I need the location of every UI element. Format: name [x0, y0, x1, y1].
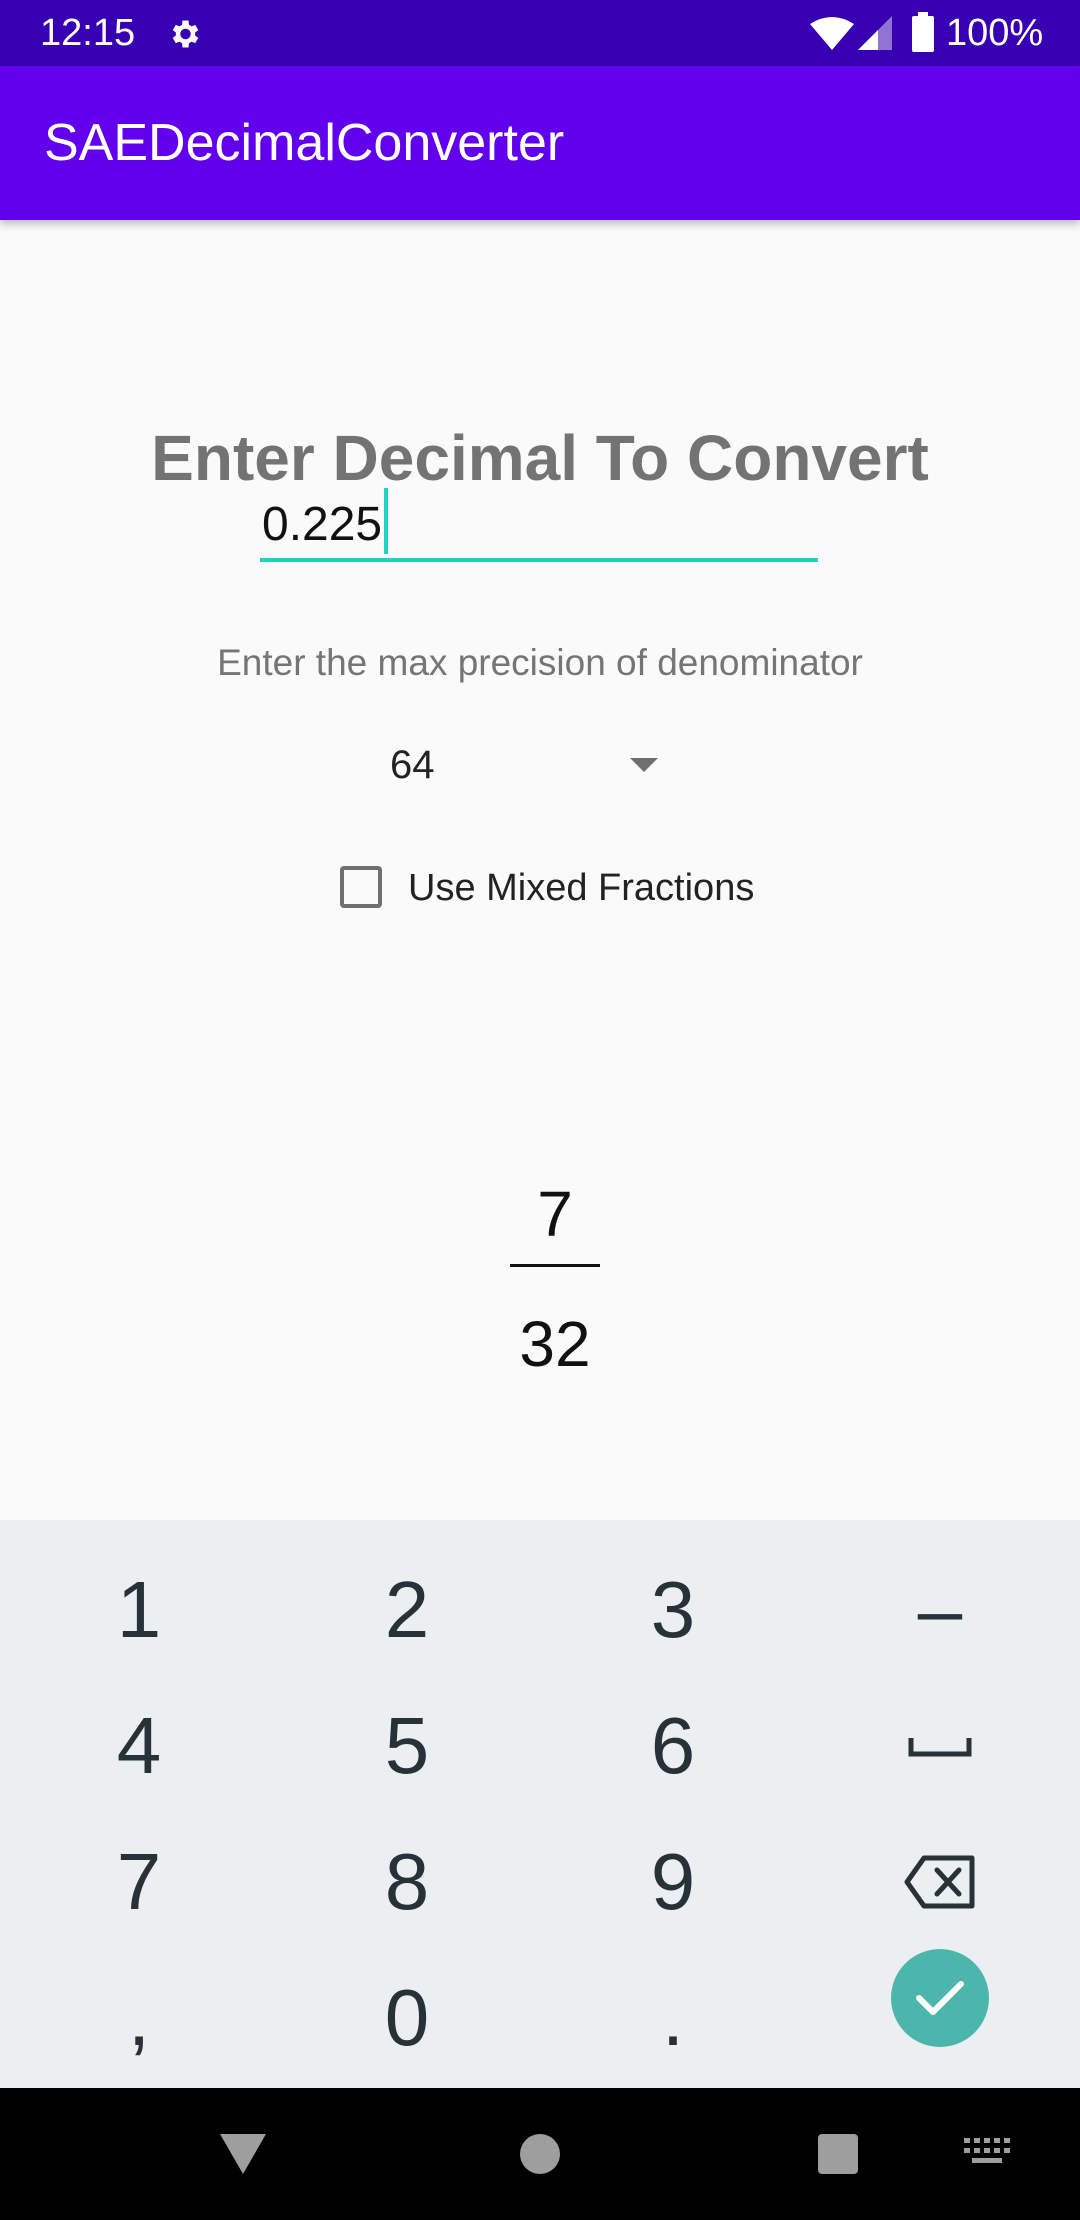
status-time: 12:15: [40, 12, 136, 54]
result-numerator: 7: [537, 1178, 573, 1250]
back-icon[interactable]: [218, 2132, 268, 2176]
keyboard-switch-icon[interactable]: [964, 2138, 1010, 2170]
dropdown-arrow-icon: [630, 758, 658, 772]
enter-check-icon: [916, 1981, 964, 2015]
key-9[interactable]: 9: [538, 1814, 808, 1950]
recents-icon[interactable]: [818, 2134, 858, 2174]
numeric-keyboard: 1 2 3 – 4 5 6 7 8 9 , 0 .: [0, 1520, 1080, 2088]
precision-dropdown[interactable]: 64: [360, 730, 680, 800]
battery-icon: [912, 12, 934, 52]
key-7[interactable]: 7: [4, 1814, 274, 1950]
key-8[interactable]: 8: [272, 1814, 542, 1950]
home-icon[interactable]: [520, 2134, 560, 2174]
mixed-fractions-checkbox[interactable]: [340, 866, 382, 908]
key-space[interactable]: [805, 1678, 1075, 1814]
gear-icon: [172, 20, 199, 48]
key-enter[interactable]: [805, 1930, 1075, 2066]
mixed-fractions-label[interactable]: Use Mixed Fractions: [408, 864, 754, 912]
enter-button[interactable]: [891, 1949, 989, 2047]
key-minus[interactable]: –: [805, 1542, 1075, 1678]
precision-label: Enter the max precision of denominator: [217, 642, 863, 683]
key-5[interactable]: 5: [272, 1678, 542, 1814]
signal-icon: [858, 16, 892, 50]
app-bar: SAEDecimalConverter: [0, 66, 1080, 220]
fraction-bar: [510, 1264, 600, 1267]
key-period[interactable]: .: [538, 1950, 808, 2086]
result-denominator: 32: [519, 1308, 591, 1380]
key-4[interactable]: 4: [4, 1678, 274, 1814]
backspace-icon: [904, 1855, 975, 1909]
app-title: SAEDecimalConverter: [44, 114, 565, 172]
status-bar: 12:15 100%: [0, 0, 1080, 66]
key-2[interactable]: 2: [272, 1542, 542, 1678]
navigation-bar: [0, 2088, 1080, 2220]
decimal-input[interactable]: [260, 490, 818, 562]
precision-selected-value: 64: [390, 743, 435, 787]
text-cursor: [384, 488, 388, 554]
battery-percentage: 100%: [946, 12, 1044, 54]
space-icon: [908, 1738, 972, 1757]
key-6[interactable]: 6: [538, 1678, 808, 1814]
page-heading: Enter Decimal To Convert: [151, 422, 929, 494]
key-3[interactable]: 3: [538, 1542, 808, 1678]
key-comma[interactable]: ,: [4, 1950, 274, 2086]
key-0[interactable]: 0: [272, 1950, 542, 2086]
key-1[interactable]: 1: [4, 1542, 274, 1678]
wifi-icon: [810, 17, 854, 50]
